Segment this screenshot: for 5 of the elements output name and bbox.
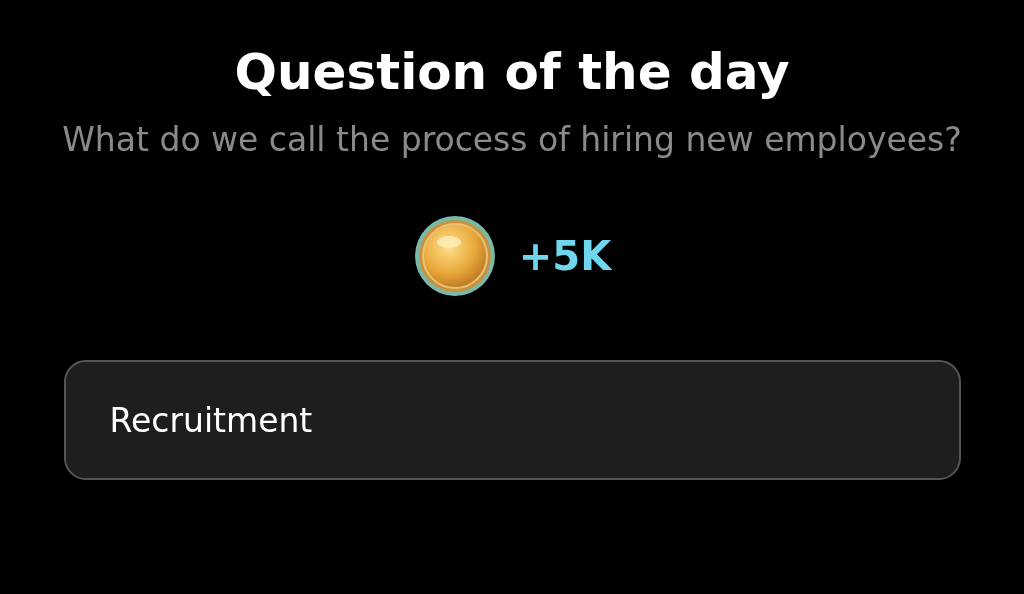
question-text: What do we call the process of hiring new employees? bbox=[62, 119, 962, 161]
coin-icon bbox=[412, 214, 497, 298]
answer-field[interactable]: Recruitment bbox=[63, 360, 961, 480]
title: Question of the day bbox=[234, 42, 790, 103]
reward-amount: +5K bbox=[518, 233, 612, 279]
